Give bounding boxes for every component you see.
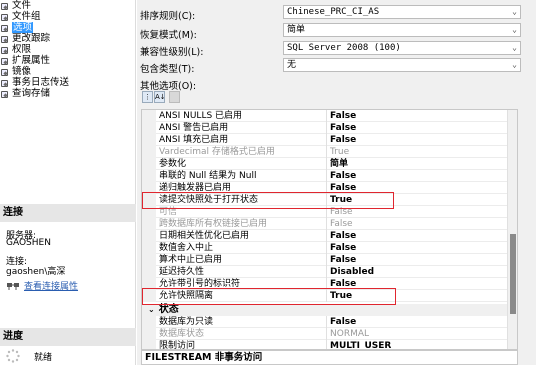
sidebar-item-log-shipping[interactable]: 事务日志传送 — [0, 77, 69, 88]
connection-header: 连接 — [0, 204, 136, 222]
sidebar-item-query-store[interactable]: 查询存储 — [0, 88, 50, 99]
connection-properties-icon — [7, 282, 19, 290]
property-row[interactable]: 跨数据库所有权链接已启用 False — [142, 218, 517, 230]
property-row[interactable]: 参数化 简单 — [142, 158, 517, 170]
recovery-model-select[interactable]: 简单 ⌄ — [283, 23, 521, 37]
property-row[interactable]: ANSI NULLS 已启用 False — [142, 110, 517, 122]
sidebar-item-options[interactable]: 选项 — [0, 22, 34, 33]
scrollbar-thumb[interactable] — [510, 234, 516, 314]
property-row[interactable]: 串联的 Null 结果为 Null False — [142, 170, 517, 182]
options-panel: 排序规则(C): Chinese_PRC_CI_AS ⌄ 恢复模式(M): 简单 ⌄… — [137, 0, 536, 365]
property-row[interactable]: 数据库状态 NORMAL — [142, 328, 517, 340]
chevron-down-icon: ⌄ — [512, 43, 517, 52]
compatibility-level-label: 兼容性级别(L): — [140, 47, 204, 58]
categorized-button[interactable]: ⋮ — [142, 91, 153, 103]
other-options-label: 其他选项(O): — [140, 81, 197, 92]
left-panel: 文件 文件组 选项 更改跟踪 权限 扩展属性 镜像 事务日志传送 查询存储 连接… — [0, 0, 136, 365]
page-icon — [0, 23, 9, 32]
property-pages-button[interactable] — [169, 91, 180, 103]
chevron-down-icon: ⌄ — [512, 7, 517, 16]
alphabetical-button[interactable]: A↓ — [154, 91, 166, 103]
server-value: GAOSHEN — [6, 238, 51, 248]
property-row[interactable]: 日期相关性优化已启用 False — [142, 230, 517, 242]
sidebar-item-change-tracking[interactable]: 更改跟踪 — [0, 33, 50, 44]
connection-value: gaoshen\高深 — [6, 267, 66, 277]
property-grid-toolbar: ⋮ A↓ — [142, 91, 180, 103]
page-icon — [0, 12, 9, 21]
collapse-chevron-icon[interactable]: ⌄ — [148, 305, 155, 314]
collation-select[interactable]: Chinese_PRC_CI_AS ⌄ — [283, 5, 521, 19]
property-row[interactable]: 延迟持久性 Disabled — [142, 266, 517, 278]
progress-spinner-icon — [6, 349, 20, 363]
page-icon — [0, 1, 9, 10]
page-icon — [0, 45, 9, 54]
collation-label: 排序规则(C): — [140, 11, 196, 22]
containment-type-select[interactable]: 无 ⌄ — [283, 58, 521, 72]
property-row[interactable]: Vardecimal 存储格式已启用 True — [142, 146, 517, 158]
property-row[interactable]: ANSI 警告已启用 False — [142, 122, 517, 134]
sidebar-item-extended-properties[interactable]: 扩展属性 — [0, 55, 50, 66]
page-icon — [0, 56, 9, 65]
chevron-down-icon: ⌄ — [512, 60, 517, 69]
view-connection-properties-link[interactable]: 查看连接属性 — [24, 279, 78, 292]
property-description: FILESTREAM 非事务访问 — [141, 350, 518, 365]
view-connection-properties[interactable]: 查看连接属性 — [6, 279, 78, 292]
sidebar-item-filegroups[interactable]: 文件组 — [0, 11, 41, 22]
sidebar-item-permissions[interactable]: 权限 — [0, 44, 31, 55]
property-row[interactable]: ANSI 填充已启用 False — [142, 134, 517, 146]
property-row[interactable]: 数值舍入中止 False — [142, 242, 517, 254]
category-state[interactable]: ⌄ 状态 — [142, 304, 517, 316]
page-icon — [0, 67, 9, 76]
progress-status: 就绪 — [34, 353, 53, 363]
page-icon — [0, 89, 9, 98]
property-row[interactable]: 数据库为只读 False — [142, 316, 517, 328]
highlight-box — [142, 192, 394, 209]
sidebar-item-mirroring[interactable]: 镜像 — [0, 66, 31, 77]
sidebar-item-files[interactable]: 文件 — [0, 0, 31, 11]
compatibility-level-select[interactable]: SQL Server 2008 (100) ⌄ — [283, 41, 521, 55]
recovery-model-label: 恢复模式(M): — [140, 30, 197, 41]
chevron-down-icon: ⌄ — [512, 25, 517, 34]
containment-type-label: 包含类型(T): — [140, 64, 195, 75]
progress-header: 进度 — [0, 328, 136, 346]
property-grid: ANSI NULLS 已启用 False ANSI 警告已启用 False ANSI… — [141, 109, 518, 350]
page-icon — [0, 78, 9, 87]
highlight-box — [142, 288, 396, 305]
property-row[interactable]: 限制访问 MULTI_USER — [142, 340, 517, 349]
page-icon — [0, 34, 9, 43]
property-row[interactable]: 算术中止已启用 False — [142, 254, 517, 266]
grid-scrollbar[interactable] — [507, 110, 517, 349]
